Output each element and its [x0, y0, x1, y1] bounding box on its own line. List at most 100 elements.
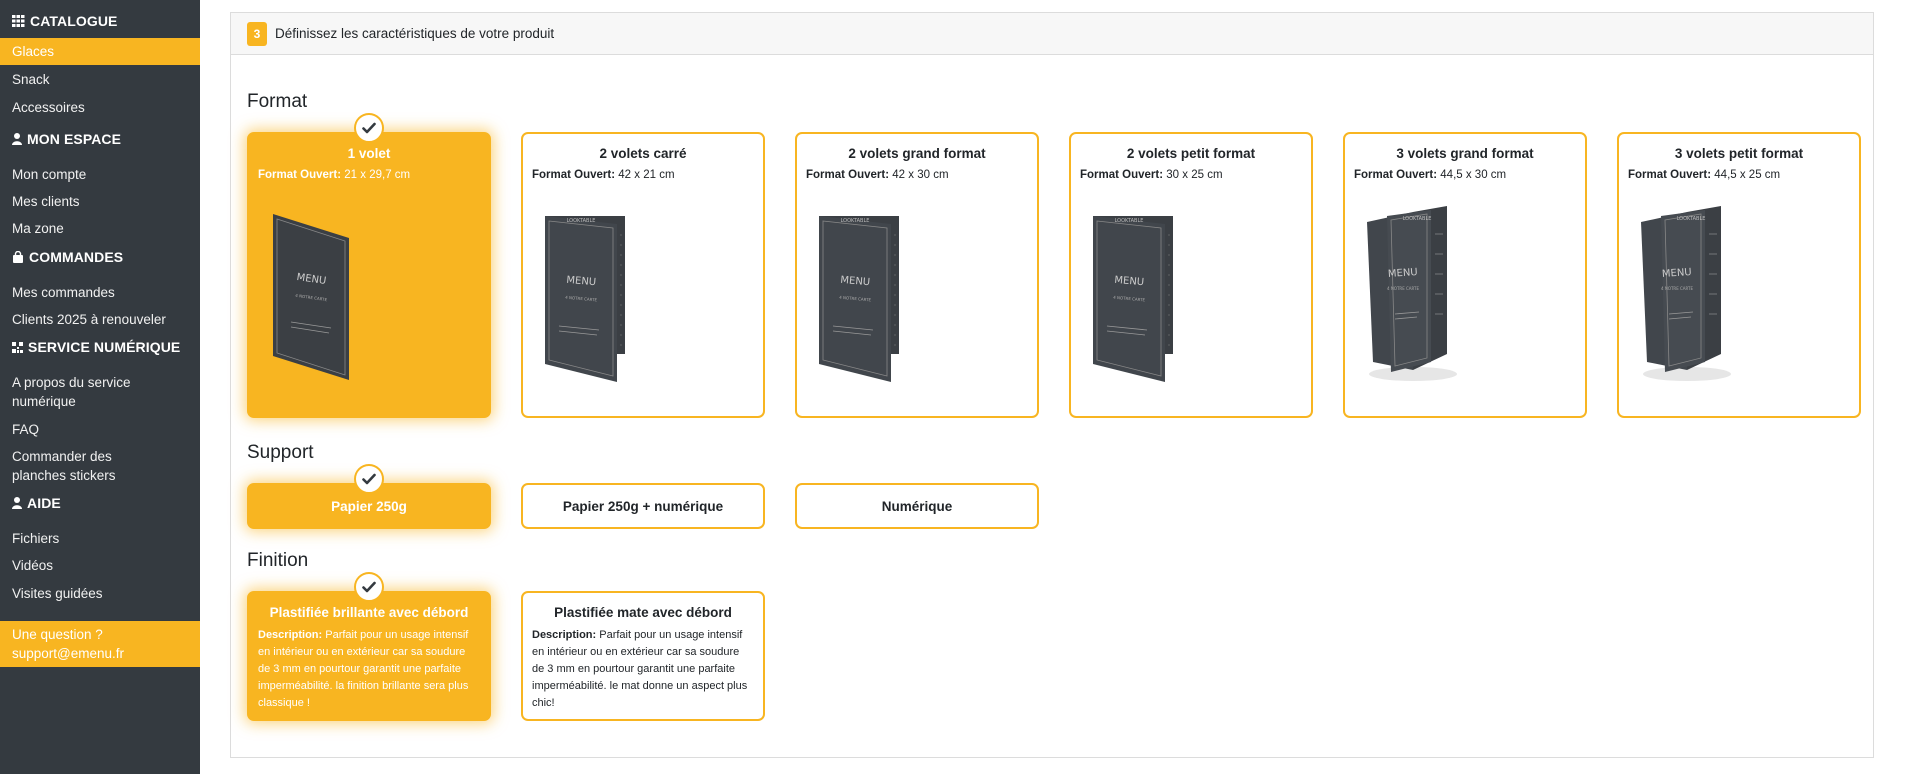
support-option[interactable]: Numérique — [795, 483, 1039, 529]
user-icon — [12, 133, 22, 145]
format-size-value: 21 x 29,7 cm — [341, 169, 411, 181]
sidebar: CATALOGUE Glaces Snack Accessoires MON E… — [0, 0, 200, 774]
qrcode-icon — [12, 341, 23, 353]
sidebar-section-title: MON ESPACE — [27, 131, 122, 147]
sidebar-item-a-propos[interactable]: A propos du service numérique — [0, 369, 150, 415]
format-option-card[interactable]: 2 volets carré Format Ouvert: 42 x 21 cm L… — [521, 132, 765, 418]
format-open-label: Format Ouvert: — [806, 169, 890, 181]
menu-preview-image: LOOKTABLEMENU4 NOTRE CARTE — [1641, 206, 1731, 381]
finition-option-title: Plastifiée mate avec débord — [554, 605, 732, 620]
svg-text:LOOKTABLE: LOOKTABLE — [1403, 216, 1432, 222]
step-badge: 3 — [247, 21, 267, 46]
format-size-value: 42 x 21 cm — [615, 169, 675, 181]
format-option-title: 2 volets petit format — [1126, 146, 1256, 161]
sidebar-section-title: AIDE — [27, 495, 61, 511]
sidebar-item-mes-clients[interactable]: Mes clients — [0, 188, 92, 215]
support-option[interactable]: Papier 250g + numérique — [521, 483, 765, 529]
shopping-bag-icon — [13, 251, 23, 263]
support-email[interactable]: support@emenu.fr — [12, 644, 188, 663]
finition-option-description: Description: Parfait pour un usage inten… — [532, 627, 754, 712]
svg-text:4 NOTRE CARTE: 4 NOTRE CARTE — [1661, 286, 1693, 291]
sidebar-item-fichiers[interactable]: Fichiers — [0, 525, 71, 552]
sidebar-item-ma-zone[interactable]: Ma zone — [0, 215, 76, 242]
format-option-title: 2 volets carré — [599, 146, 687, 161]
grid-icon — [12, 15, 25, 27]
support-option-label: Papier 250g — [331, 498, 407, 514]
format-size-value: 42 x 30 cm — [889, 169, 949, 181]
svg-text:MENU: MENU — [1388, 267, 1418, 280]
support-question: Une question ? — [12, 627, 103, 642]
sidebar-item-mes-commandes[interactable]: Mes commandes — [0, 279, 127, 306]
user-icon — [12, 497, 22, 509]
format-option-size: Format Ouvert: 44,5 x 30 cm — [1354, 169, 1585, 181]
format-option-size: Format Ouvert: 44,5 x 25 cm — [1628, 169, 1859, 181]
sidebar-item-mon-compte[interactable]: Mon compte — [0, 161, 98, 188]
sidebar-item-faq[interactable]: FAQ — [0, 416, 51, 443]
support-option-label: Papier 250g + numérique — [562, 498, 724, 514]
support-box[interactable]: Une question ? support@emenu.fr — [0, 621, 200, 667]
sidebar-item-visites-guidees[interactable]: Visites guidées — [0, 580, 115, 607]
svg-text:LOOKTABLE: LOOKTABLE — [567, 218, 596, 224]
format-size-value: 44,5 x 25 cm — [1711, 169, 1781, 181]
sidebar-section-service-numerique: SERVICE NUMÉRIQUE — [0, 335, 192, 359]
format-option-card[interactable]: 3 volets grand format Format Ouvert: 44,5… — [1343, 132, 1587, 418]
format-option-card[interactable]: 2 volets grand format Format Ouvert: 42 x… — [795, 132, 1039, 418]
menu-preview-image: MENU4 NOTRE CARTE — [273, 214, 349, 380]
svg-text:LOOKTABLE: LOOKTABLE — [1677, 216, 1706, 222]
format-open-label: Format Ouvert: — [258, 169, 342, 181]
svg-text:LOOKTABLE: LOOKTABLE — [841, 218, 870, 224]
menu-preview-image: LOOKTABLEMENU4 NOTRE CARTE — [545, 216, 625, 382]
format-option-size: Format Ouvert: 21 x 29,7 cm — [258, 169, 489, 181]
product-config-panel: 3 Définissez les caractéristiques de vot… — [230, 12, 1874, 758]
support-option-label: Numérique — [881, 498, 953, 514]
format-option-card[interactable]: 3 volets petit format Format Ouvert: 44,5… — [1617, 132, 1861, 418]
finition-desc-text: Parfait pour un usage intensif en intéri… — [258, 629, 469, 709]
sidebar-section-title: SERVICE NUMÉRIQUE — [28, 339, 181, 355]
section-title-format: Format — [247, 91, 308, 112]
format-option-title: 2 volets grand format — [848, 146, 986, 161]
section-title-support: Support — [247, 442, 314, 463]
finition-option-title: Plastifiée brillante avec débord — [269, 605, 469, 620]
format-option-card[interactable]: 1 volet Format Ouvert: 21 x 29,7 cm MENU 4 … — [247, 132, 491, 418]
finition-option-card[interactable]: Plastifiée mate avec débord Description: … — [521, 591, 765, 721]
sidebar-section-commandes: COMMANDES — [0, 245, 135, 269]
menu-preview-image: LOOKTABLEMENU4 NOTRE CARTE — [1093, 216, 1173, 382]
sidebar-item-accessoires[interactable]: Accessoires — [0, 94, 97, 121]
sidebar-item-planches-stickers[interactable]: Commander des planches stickers — [0, 443, 170, 489]
format-option-card[interactable]: 2 volets petit format Format Ouvert: 30 x… — [1069, 132, 1313, 418]
format-size-value: 44,5 x 30 cm — [1437, 169, 1507, 181]
sidebar-item-snack[interactable]: Snack — [0, 66, 62, 93]
format-open-label: Format Ouvert: — [532, 169, 616, 181]
finition-option-description: Description: Parfait pour un usage inten… — [258, 627, 480, 712]
format-option-title: 1 volet — [347, 146, 391, 161]
section-title-finition: Finition — [247, 550, 309, 571]
format-size-value: 30 x 25 cm — [1163, 169, 1223, 181]
sidebar-item-glaces[interactable]: Glaces — [0, 38, 200, 65]
sidebar-section-aide: AIDE — [0, 491, 73, 515]
finition-option-card[interactable]: Plastifiée brillante avec débord Descript… — [247, 591, 491, 721]
menu-preview-image: LOOKTABLE MENU 4 NOTRE CARTE — [1367, 206, 1457, 381]
format-open-label: Format Ouvert: — [1628, 169, 1712, 181]
panel-title: Définissez les caractéristiques de votre… — [275, 26, 555, 41]
sidebar-section-title: CATALOGUE — [30, 13, 118, 29]
check-icon — [354, 464, 384, 494]
format-open-label: Format Ouvert: — [1080, 169, 1164, 181]
sidebar-section-mon-espace: MON ESPACE — [0, 127, 133, 151]
panel-header: 3 Définissez les caractéristiques de vot… — [231, 13, 1873, 55]
sidebar-item-videos[interactable]: Vidéos — [0, 552, 65, 579]
sidebar-section-catalogue: CATALOGUE — [0, 9, 129, 33]
finition-desc-label: Description: — [532, 629, 597, 641]
format-option-size: Format Ouvert: 42 x 21 cm — [532, 169, 763, 181]
check-icon — [354, 113, 384, 143]
format-option-title: 3 volets grand format — [1396, 146, 1534, 161]
sidebar-item-clients-renouveler[interactable]: Clients 2025 à renouveler — [0, 306, 178, 333]
format-option-title: 3 volets petit format — [1674, 146, 1804, 161]
format-option-size: Format Ouvert: 30 x 25 cm — [1080, 169, 1311, 181]
menu-preview-image: LOOKTABLEMENU4 NOTRE CARTE — [819, 216, 899, 382]
check-icon — [354, 572, 384, 602]
format-option-size: Format Ouvert: 42 x 30 cm — [806, 169, 1037, 181]
svg-text:LOOKTABLE: LOOKTABLE — [1115, 218, 1144, 224]
finition-desc-label: Description: — [258, 629, 323, 641]
svg-text:4 NOTRE CARTE: 4 NOTRE CARTE — [1387, 286, 1419, 291]
format-open-label: Format Ouvert: — [1354, 169, 1438, 181]
